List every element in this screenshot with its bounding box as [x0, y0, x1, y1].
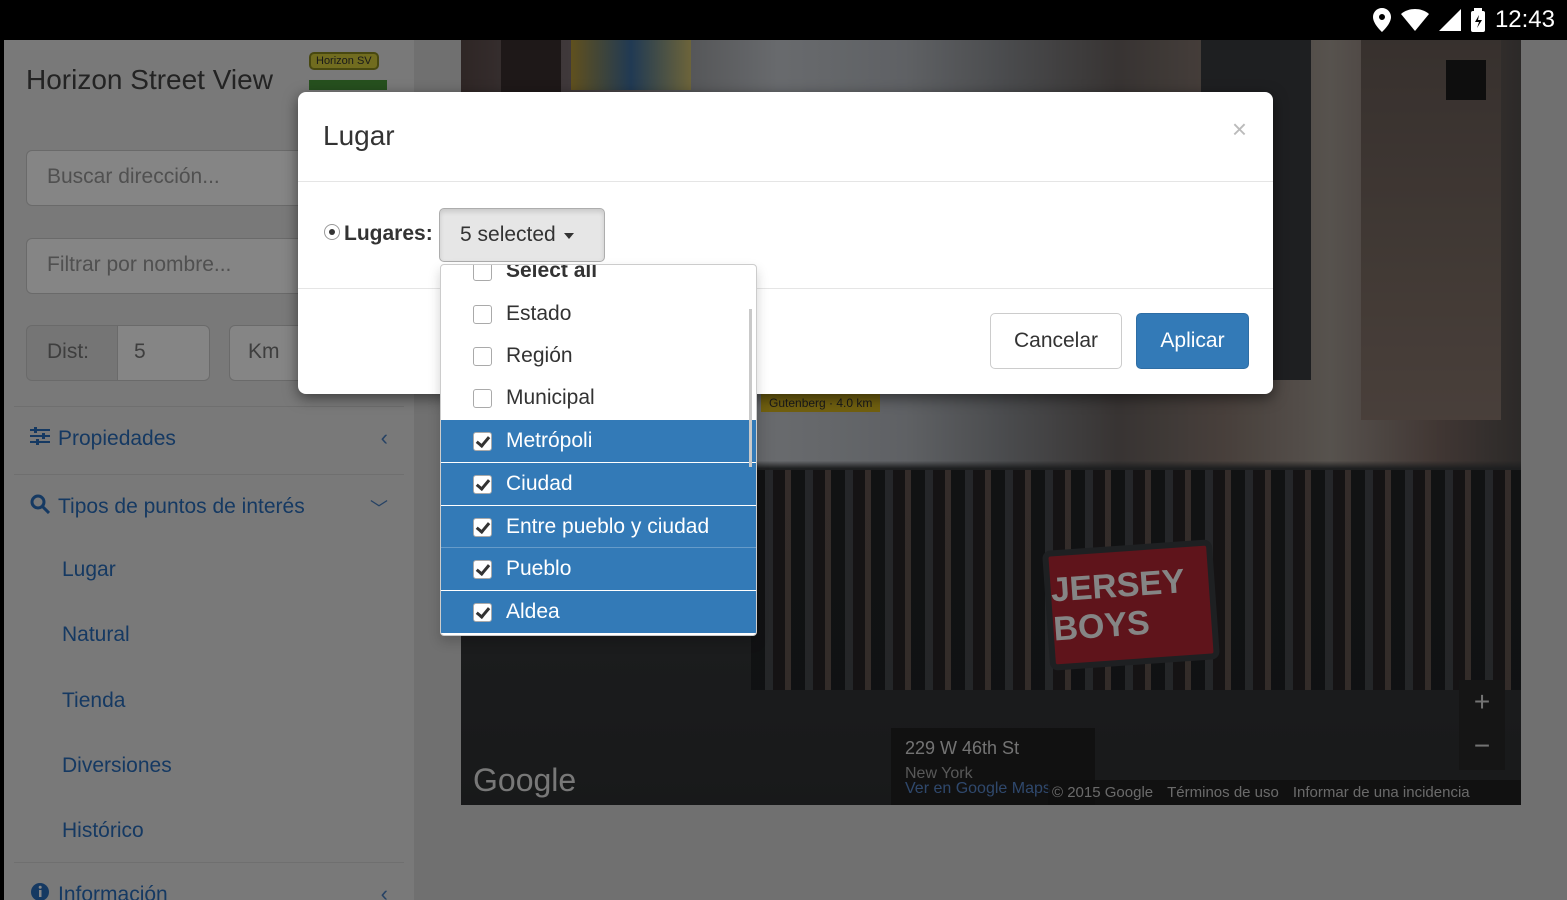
checkbox[interactable] — [473, 388, 492, 408]
places-dropdown: Select all Estado Región Municipal Metró… — [440, 264, 757, 636]
checkbox[interactable] — [473, 602, 492, 622]
option-metropoli[interactable]: Metrópoli — [441, 420, 756, 462]
option-pueblo[interactable]: Pueblo — [441, 548, 756, 590]
battery-icon — [1470, 8, 1485, 32]
checkbox[interactable] — [473, 431, 492, 451]
option-label: Región — [506, 344, 573, 367]
signal-icon — [1438, 9, 1461, 31]
checkbox[interactable] — [473, 346, 492, 366]
location-icon — [1372, 8, 1391, 32]
option-ciudad[interactable]: Ciudad — [441, 463, 756, 505]
close-icon[interactable]: × — [1232, 114, 1247, 145]
checkbox[interactable] — [473, 304, 492, 324]
checkbox[interactable] — [473, 559, 492, 579]
option-label: Ciudad — [506, 472, 573, 495]
divider — [298, 181, 1273, 182]
checkbox[interactable] — [473, 265, 492, 281]
checkbox[interactable] — [473, 474, 492, 494]
apply-button[interactable]: Aplicar — [1136, 313, 1249, 369]
option-select-all[interactable]: Select all — [441, 264, 756, 292]
divider — [441, 547, 756, 548]
option-estado[interactable]: Estado — [441, 293, 756, 335]
modal-title: Lugar — [323, 120, 395, 151]
option-municipal[interactable]: Municipal — [441, 377, 756, 419]
option-label: Municipal — [506, 386, 595, 409]
dropdown-scrollbar[interactable] — [749, 309, 752, 467]
option-label: Estado — [506, 302, 572, 325]
option-label: Entre pueblo y ciudad — [506, 515, 710, 538]
checkbox[interactable] — [473, 517, 492, 537]
divider — [441, 505, 756, 506]
option-label: Pueblo — [506, 557, 572, 580]
option-region[interactable]: Región — [441, 335, 756, 377]
multiselect-value: 5 selected — [460, 223, 556, 246]
places-radio[interactable] — [324, 224, 340, 240]
option-label: Select all — [506, 264, 598, 282]
status-bar: 12:43 — [0, 0, 1567, 40]
places-multiselect-button[interactable]: 5 selected — [439, 208, 605, 262]
clock-time: 12:43 — [1494, 6, 1555, 33]
option-entre-pueblo-y-ciudad[interactable]: Entre pueblo y ciudad — [441, 506, 756, 548]
cancel-button[interactable]: Cancelar — [990, 313, 1122, 369]
wifi-icon — [1400, 9, 1429, 31]
option-label: Metrópoli — [506, 429, 593, 452]
divider — [441, 590, 756, 591]
divider — [441, 462, 756, 463]
places-label: Lugares: — [344, 222, 433, 245]
caret-down-icon — [563, 233, 574, 239]
option-label: Aldea — [506, 600, 560, 623]
option-aldea[interactable]: Aldea — [441, 591, 756, 633]
